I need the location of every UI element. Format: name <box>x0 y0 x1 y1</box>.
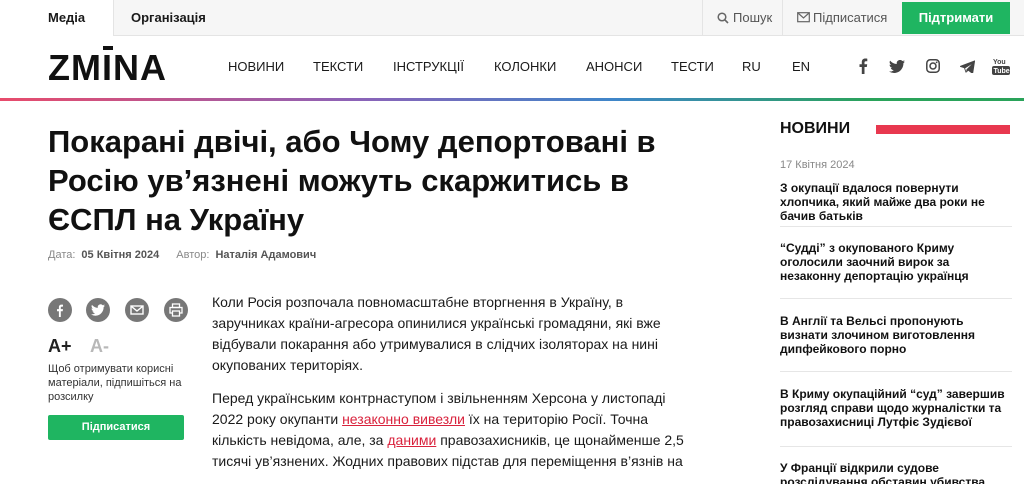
mail-icon <box>797 12 810 23</box>
sidebar-date: 17 Квітня 2024 <box>780 159 855 171</box>
news-separator <box>780 226 1012 227</box>
font-size-controls: A+ A- <box>48 336 109 357</box>
nav-texts[interactable]: ТЕКСТИ <box>313 59 363 74</box>
header: ZMINA НОВИНИ ТЕКСТИ ІНСТРУКЦІЇ КОЛОНКИ А… <box>0 36 1024 98</box>
share-print-button[interactable] <box>164 298 188 322</box>
news-item[interactable]: “Судді” з окупованого Криму оголосили за… <box>780 241 1012 283</box>
article-date: 05 Квітня 2024 <box>81 249 160 261</box>
subscribe-top-button[interactable]: Підписатися <box>782 0 902 36</box>
date-label: Дата: <box>48 249 76 261</box>
youtube-icon[interactable]: You Tube <box>992 56 1010 81</box>
lang-en[interactable]: EN <box>792 59 810 74</box>
tab-media[interactable]: Медіа <box>0 0 114 36</box>
font-increase-button[interactable]: A+ <box>48 336 72 356</box>
share-email-button[interactable] <box>125 298 149 322</box>
sidebar-title[interactable]: НОВИНИ <box>780 120 850 138</box>
header-gradient-divider <box>0 98 1024 101</box>
nav-instructions[interactable]: ІНСТРУКЦІЇ <box>393 59 464 74</box>
paragraph-1: Коли Росія розпочала повномасштабне втор… <box>212 294 661 373</box>
nav-tests[interactable]: ТЕСТИ <box>671 59 714 74</box>
share-twitter-button[interactable] <box>86 298 110 322</box>
link-data[interactable]: даними <box>387 432 436 448</box>
svg-text:Tube: Tube <box>994 68 1010 75</box>
nav-columns[interactable]: КОЛОНКИ <box>494 59 556 74</box>
facebook-icon <box>57 304 63 317</box>
nav-announcements[interactable]: АНОНСИ <box>586 59 642 74</box>
top-bar: Медіа Організація Пошук Підписатися Підт… <box>0 0 1024 36</box>
newsletter-subscribe-button[interactable]: Підписатися <box>48 415 184 440</box>
article-author[interactable]: Наталія Адамович <box>215 249 316 261</box>
news-item[interactable]: З окупації вдалося повернути хлопчика, я… <box>780 181 1012 223</box>
news-item[interactable]: В Англії та Вельсі пропонують визнати зл… <box>780 314 1012 356</box>
article-body: Коли Росія розпочала повномасштабне втор… <box>212 292 698 484</box>
telegram-icon[interactable] <box>959 60 976 78</box>
logo[interactable]: ZMINA <box>48 46 167 86</box>
news-item[interactable]: У Франції відкрили судове розслідування … <box>780 461 1012 484</box>
twitter-icon[interactable] <box>889 59 905 78</box>
news-separator <box>780 446 1012 447</box>
search-icon <box>717 12 729 24</box>
lang-ru[interactable]: RU <box>742 59 761 74</box>
sidebar-accent-bar <box>876 125 1010 134</box>
tab-organization[interactable]: Організація <box>131 0 206 36</box>
svg-text:You: You <box>993 59 1006 66</box>
article-meta: Дата: 05 Квітня 2024 Автор: Наталія Адамов… <box>48 249 330 261</box>
search-label: Пошук <box>733 10 773 25</box>
news-item[interactable]: В Криму окупаційний “суд” завершив розгл… <box>780 387 1012 429</box>
facebook-icon[interactable] <box>858 58 868 79</box>
news-separator <box>780 371 1012 372</box>
print-icon <box>169 303 183 317</box>
article-title: Покарані двічі, або Чому депортовані в Р… <box>48 124 656 237</box>
nav-news[interactable]: НОВИНИ <box>228 59 284 74</box>
news-separator <box>780 298 1012 299</box>
author-label: Автор: <box>176 249 210 261</box>
link-illegally-deported[interactable]: незаконно вивезли <box>342 411 465 427</box>
support-button[interactable]: Підтримати <box>902 2 1010 34</box>
font-decrease-button[interactable]: A- <box>90 336 109 357</box>
instagram-icon[interactable] <box>926 59 940 78</box>
paragraph-2: Перед українським контрнаступом і звільн… <box>212 388 698 472</box>
twitter-icon <box>91 304 105 316</box>
search-button[interactable]: Пошук <box>702 0 782 36</box>
mail-icon <box>130 305 144 315</box>
share-facebook-button[interactable] <box>48 298 72 322</box>
newsletter-text: Щоб отримувати корисні матеріали, підпиш… <box>48 363 182 403</box>
subscribe-label: Підписатися <box>813 10 888 25</box>
